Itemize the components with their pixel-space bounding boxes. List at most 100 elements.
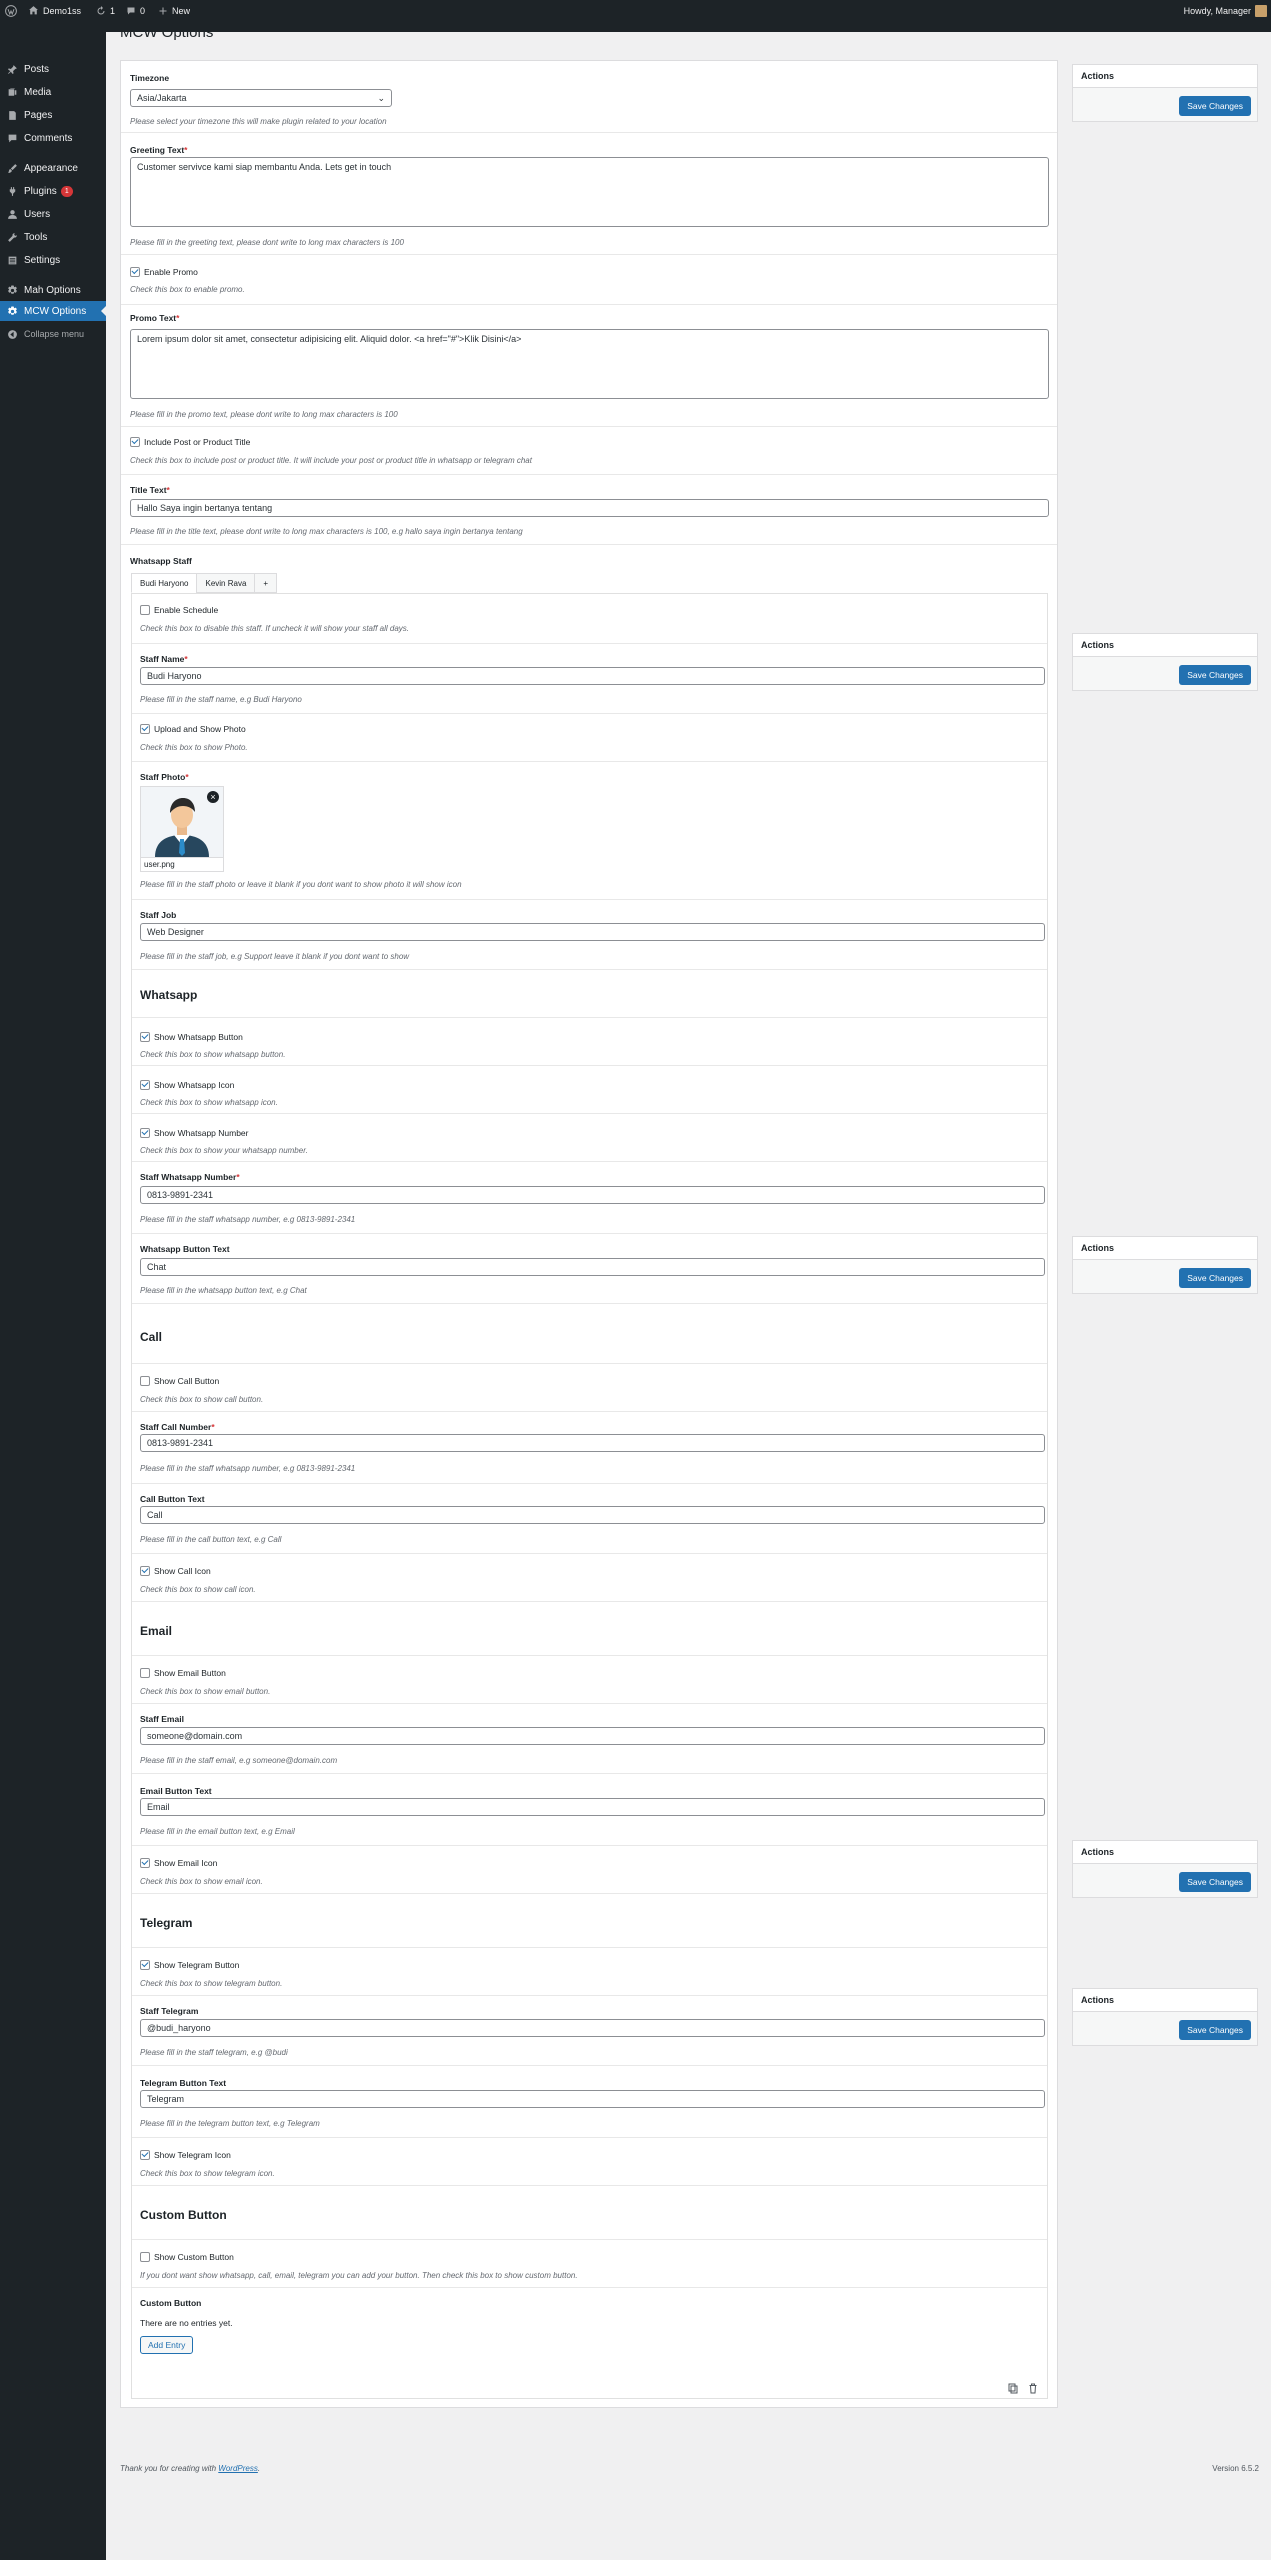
upload-photo-checkbox[interactable]: Upload and Show Photo xyxy=(140,724,246,734)
staff-email-input[interactable]: someone@domain.com xyxy=(140,1727,1045,1745)
promo-textarea[interactable]: Lorem ipsum dolor sit amet, consectetur … xyxy=(130,329,1049,399)
sidebar-item-media[interactable]: Media xyxy=(0,82,106,102)
staff-name-input[interactable]: Budi Haryono xyxy=(140,667,1045,685)
sidebar-item-settings[interactable]: Settings xyxy=(0,250,106,270)
greeting-textarea[interactable]: Customer servivce kami siap membantu And… xyxy=(130,157,1049,227)
show-custom-button-checkbox[interactable]: Show Custom Button xyxy=(140,2252,234,2262)
show-whatsapp-number-checkbox[interactable]: Show Whatsapp Number xyxy=(140,1128,249,1138)
whatsapp-number-field: Staff Whatsapp Number* 0813-9891-2341 Pl… xyxy=(132,1162,1047,1234)
wordpress-logo-icon[interactable] xyxy=(5,0,17,21)
site-name-link[interactable]: Demo1ss xyxy=(28,0,81,21)
timezone-select[interactable]: Asia/Jakarta ⌄ xyxy=(130,89,392,107)
show-whatsapp-button-field: Show Whatsapp Button Check this box to s… xyxy=(132,1018,1047,1066)
updates-link[interactable]: 1 xyxy=(96,0,115,21)
sidebar-item-comments[interactable]: Comments xyxy=(0,128,106,148)
actions-box-3: Actions Save Changes xyxy=(1072,1236,1258,1294)
whatsapp-number-label: Staff Whatsapp Number* xyxy=(140,1172,240,1182)
tab-budi-haryono[interactable]: Budi Haryono xyxy=(131,573,198,593)
show-telegram-icon-checkbox[interactable]: Show Telegram Icon xyxy=(140,2150,231,2160)
refresh-icon xyxy=(97,5,105,14)
save-changes-button[interactable]: Save Changes xyxy=(1179,96,1251,116)
trash-icon[interactable] xyxy=(1028,2383,1038,2396)
staff-telegram-input[interactable]: @budi_haryono xyxy=(140,2019,1045,2037)
media-icon xyxy=(0,87,24,98)
whatsapp-button-text-input[interactable]: Chat xyxy=(140,1258,1045,1276)
telegram-heading: Telegram xyxy=(140,1916,193,1930)
account-menu[interactable]: Howdy, Manager xyxy=(1184,0,1267,21)
actions-box-5: Actions Save Changes xyxy=(1072,1988,1258,2046)
staff-email-hint: Please fill in the staff email, e.g some… xyxy=(140,1756,338,1765)
show-whatsapp-number-hint: Check this box to show your whatsapp num… xyxy=(140,1146,308,1155)
sidebar-item-mcw-options[interactable]: MCW Options xyxy=(0,301,106,321)
wordpress-link[interactable]: WordPress xyxy=(218,2464,258,2473)
email-button-text-input[interactable]: Email xyxy=(140,1798,1045,1816)
plus-icon xyxy=(159,7,167,14)
whatsapp-button-text-field: Whatsapp Button Text Chat Please fill in… xyxy=(132,1234,1047,1304)
show-call-icon-checkbox[interactable]: Show Call Icon xyxy=(140,1566,211,1576)
staff-job-input[interactable]: Web Designer xyxy=(140,923,1045,941)
include-title-checkbox[interactable]: Include Post or Product Title xyxy=(130,437,250,447)
admin-sidebar: Posts Media Pages Comments Appearance Pl… xyxy=(0,21,106,2560)
sidebar-item-label: Settings xyxy=(24,254,61,266)
staff-job-label: Staff Job xyxy=(140,910,177,920)
call-number-hint: Please fill in the staff whatsapp number… xyxy=(140,1464,356,1473)
show-email-button-field: Show Email Button Check this box to show… xyxy=(132,1656,1047,1704)
call-number-field: Staff Call Number* 0813-9891-2341 Please… xyxy=(132,1412,1047,1484)
footer-version: Version 6.5.2 xyxy=(1212,2464,1259,2473)
sidebar-collapse-menu[interactable]: Collapse menu xyxy=(0,324,106,344)
sidebar-item-tools[interactable]: Tools xyxy=(0,227,106,247)
comment-icon xyxy=(127,7,135,14)
save-changes-button[interactable]: Save Changes xyxy=(1179,1872,1251,1892)
telegram-button-text-input[interactable]: Telegram xyxy=(140,2090,1045,2108)
new-label: New xyxy=(172,5,191,16)
staff-email-field: Staff Email someone@domain.com Please fi… xyxy=(132,1704,1047,1774)
add-entry-button[interactable]: Add Entry xyxy=(140,2336,194,2354)
custom-button-list: Custom Button There are no entries yet. … xyxy=(132,2288,1047,2378)
show-call-button-checkbox[interactable]: Show Call Button xyxy=(140,1376,219,1386)
call-button-text-label: Call Button Text xyxy=(140,1494,205,1504)
sidebar-item-plugins[interactable]: Plugins 1 xyxy=(0,181,106,201)
actions-title: Actions xyxy=(1081,1847,1115,1857)
sidebar-item-posts[interactable]: Posts xyxy=(0,59,106,79)
remove-photo-icon[interactable]: × xyxy=(207,791,219,803)
photo-preview[interactable]: × user.png xyxy=(140,786,224,872)
duplicate-icon[interactable] xyxy=(1008,2383,1018,2396)
enable-promo-checkbox[interactable]: Enable Promo xyxy=(130,267,198,277)
tab-kevin-rava[interactable]: Kevin Rava xyxy=(196,573,256,593)
call-button-text-input[interactable]: Call xyxy=(140,1506,1045,1524)
staff-photo-field: Staff Photo* × user.png Please fill in t… xyxy=(132,762,1047,900)
sidebar-item-mah-options[interactable]: Mah Options xyxy=(0,280,106,300)
gear-icon xyxy=(0,285,24,296)
sidebar-item-users[interactable]: Users xyxy=(0,204,106,224)
save-changes-button[interactable]: Save Changes xyxy=(1179,665,1251,685)
sidebar-item-label: Collapse menu xyxy=(24,329,85,339)
updates-count: 1 xyxy=(110,5,116,16)
include-title-hint: Check this box to include post or produc… xyxy=(130,456,532,465)
sidebar-item-pages[interactable]: Pages xyxy=(0,105,106,125)
pin-icon xyxy=(0,64,24,75)
sidebar-item-appearance[interactable]: Appearance xyxy=(0,158,106,178)
staff-telegram-field: Staff Telegram @budi_haryono Please fill… xyxy=(132,1996,1047,2066)
home-icon xyxy=(29,6,38,15)
custom-button-heading: Custom Button xyxy=(140,2208,227,2222)
show-email-icon-hint: Check this box to show email icon. xyxy=(140,1877,263,1886)
save-changes-button[interactable]: Save Changes xyxy=(1179,1268,1251,1288)
add-tab-button[interactable]: + xyxy=(254,573,278,593)
whatsapp-staff-label: Whatsapp Staff xyxy=(130,556,192,566)
save-changes-button[interactable]: Save Changes xyxy=(1179,2020,1251,2040)
show-whatsapp-button-checkbox[interactable]: Show Whatsapp Button xyxy=(140,1032,243,1042)
show-email-icon-checkbox[interactable]: Show Email Icon xyxy=(140,1858,217,1868)
show-telegram-button-checkbox[interactable]: Show Telegram Button xyxy=(140,1960,239,1970)
new-content-link[interactable]: New xyxy=(158,0,190,21)
brush-icon xyxy=(0,163,24,174)
comments-link[interactable]: 0 xyxy=(126,0,145,21)
show-whatsapp-icon-checkbox[interactable]: Show Whatsapp Icon xyxy=(140,1080,234,1090)
title-text-input[interactable]: Hallo Saya ingin bertanya tentang xyxy=(130,499,1049,517)
whatsapp-button-text-hint: Please fill in the whatsapp button text,… xyxy=(140,1286,307,1295)
show-email-button-checkbox[interactable]: Show Email Button xyxy=(140,1668,226,1678)
promo-text-hint: Please fill in the promo text, please do… xyxy=(130,410,398,419)
call-number-input[interactable]: 0813-9891-2341 xyxy=(140,1434,1045,1452)
whatsapp-number-input[interactable]: 0813-9891-2341 xyxy=(140,1186,1045,1204)
enable-schedule-checkbox[interactable]: Enable Schedule xyxy=(140,605,218,615)
call-section: Call xyxy=(132,1304,1047,1364)
